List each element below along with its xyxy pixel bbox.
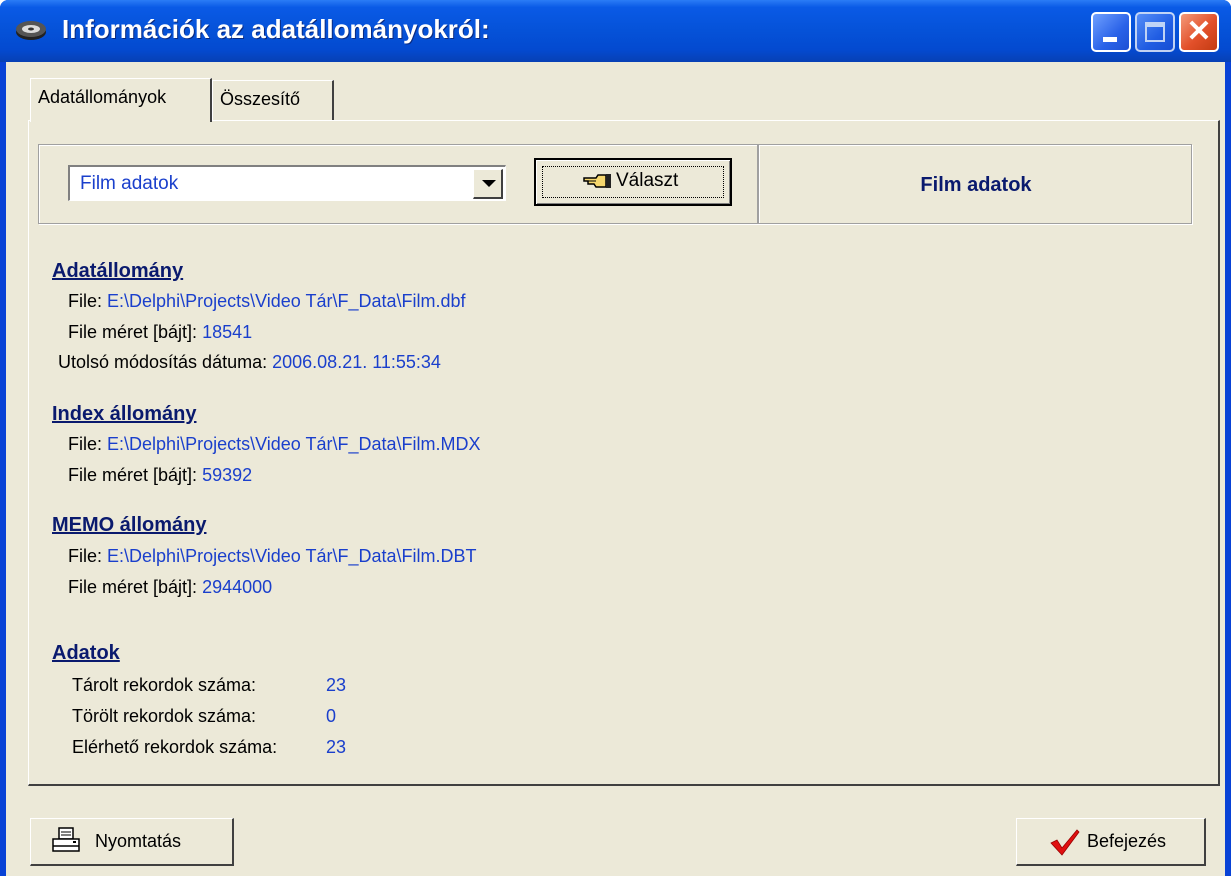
field-label: Utolsó módosítás dátuma: — [58, 352, 268, 372]
records-stored-row: Tárolt rekordok száma: 23 — [72, 675, 346, 696]
data-file-path-row: File: E:\Delphi\Projects\Video Tár\F_Dat… — [68, 291, 466, 312]
tab-adatallomanyok[interactable]: Adatállományok — [30, 78, 212, 122]
field-value: 2006.08.21. 11:55:34 — [272, 352, 441, 372]
field-value: 23 — [326, 737, 347, 757]
title-bar[interactable]: Információk az adatállományokról: ✕ — [0, 0, 1231, 62]
minimize-button[interactable] — [1091, 12, 1131, 52]
field-label: File méret [bájt]: — [68, 577, 198, 597]
tab-label: Adatállományok — [38, 87, 167, 107]
field-label: Törölt rekordok száma: — [72, 706, 257, 726]
field-label: File méret [bájt]: — [68, 465, 198, 485]
finish-button-label: Befejezés — [1087, 831, 1167, 851]
minimize-icon — [1103, 37, 1117, 42]
field-label: File: — [68, 434, 103, 454]
field-value: 23 — [326, 675, 347, 695]
tab-label: Összesítő — [220, 89, 301, 109]
dataset-combobox[interactable]: Film adatok — [68, 165, 506, 201]
memo-file-path-row: File: E:\Delphi\Projects\Video Tár\F_Dat… — [68, 546, 477, 567]
records-heading: Adatok — [52, 642, 120, 664]
checkmark-icon — [1050, 829, 1080, 856]
data-file-modified-row: Utolsó módosítás dátuma: 2006.08.21. 11:… — [58, 352, 441, 373]
memo-file-heading: MEMO állomány — [52, 514, 207, 536]
field-value: 0 — [326, 706, 337, 726]
data-file-heading: Adatállomány — [52, 260, 184, 282]
app-icon — [16, 21, 46, 40]
field-label: Elérhető rekordok száma: — [72, 737, 278, 757]
selected-dataset-title: Film adatok — [920, 174, 1032, 196]
group-divider — [757, 145, 759, 223]
finish-button[interactable]: Befejezés — [1016, 818, 1206, 866]
index-file-heading: Index állomány — [52, 403, 197, 425]
field-label: File: — [68, 546, 103, 566]
dropdown-arrow-icon — [482, 180, 496, 187]
select-button[interactable]: Választ — [534, 158, 732, 206]
records-deleted-row: Törölt rekordok száma: 0 — [72, 706, 336, 727]
field-label: Tárolt rekordok száma: — [72, 675, 257, 695]
pointing-hand-icon — [583, 174, 611, 188]
field-value: 2944000 — [202, 577, 273, 597]
print-button-label: Nyomtatás — [95, 831, 182, 851]
printer-icon — [52, 827, 80, 852]
maximize-icon — [1145, 22, 1165, 42]
field-label: File: — [68, 291, 103, 311]
field-value: 59392 — [202, 465, 253, 485]
index-file-path-row: File: E:\Delphi\Projects\Video Tár\F_Dat… — [68, 434, 481, 455]
app-window: Információk az adatállományokról: ✕ Össz… — [0, 0, 1231, 876]
print-button[interactable]: Nyomtatás — [30, 818, 234, 866]
window-title: Információk az adatállományokról: — [62, 14, 490, 44]
window-client-area: Összesítő Adatállományok Film adatok Vál… — [6, 62, 1225, 876]
field-value: E:\Delphi\Projects\Video Tár\F_Data\Film… — [107, 434, 481, 454]
field-value: 18541 — [202, 322, 253, 342]
field-value: E:\Delphi\Projects\Video Tár\F_Data\Film… — [107, 291, 466, 311]
close-button[interactable]: ✕ — [1179, 12, 1219, 52]
tab-osszesito[interactable]: Összesítő — [212, 80, 334, 120]
select-button-label: Választ — [616, 170, 679, 191]
field-label: File méret [bájt]: — [68, 322, 198, 342]
dropdown-button[interactable] — [473, 169, 503, 199]
memo-file-size-row: File méret [bájt]: 2944000 — [68, 577, 272, 598]
maximize-button[interactable] — [1135, 12, 1175, 52]
close-icon: ✕ — [1186, 15, 1212, 48]
field-value: E:\Delphi\Projects\Video Tár\F_Data\Film… — [107, 546, 477, 566]
index-file-size-row: File méret [bájt]: 59392 — [68, 465, 252, 486]
combobox-value: Film adatok — [80, 173, 179, 194]
data-file-size-row: File méret [bájt]: 18541 — [68, 322, 252, 343]
records-available-row: Elérhető rekordok száma: 23 — [72, 737, 346, 758]
